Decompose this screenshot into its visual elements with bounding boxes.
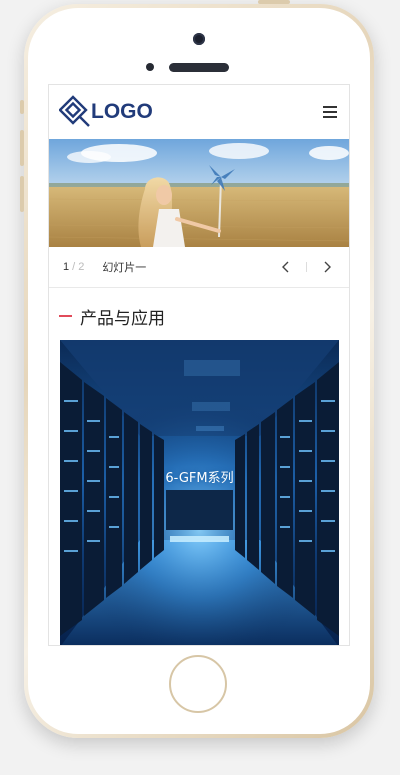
- server-room-image: [60, 340, 339, 645]
- site-logo[interactable]: LOGO: [59, 94, 153, 130]
- logo-diamond-icon: [59, 95, 90, 127]
- slide-current-index: 1: [63, 261, 70, 273]
- section-title: 产品与应用: [80, 308, 165, 329]
- slide-prev-button[interactable]: [278, 259, 294, 275]
- slide-next-button[interactable]: [319, 259, 335, 275]
- front-camera: [193, 33, 205, 45]
- slide-caption: 幻灯片一: [102, 262, 147, 274]
- chevron-left-icon: [282, 261, 289, 273]
- slide-index-separator: /: [72, 261, 76, 273]
- arrow-divider: [306, 262, 307, 272]
- section-heading: 产品与应用: [49, 288, 349, 344]
- phone-screen: LOGO 1 / 2 幻灯片一 产品与应用 6-GFM系列: [48, 84, 350, 646]
- chevron-right-icon: [324, 261, 331, 273]
- hamburger-menu-icon[interactable]: [323, 106, 337, 118]
- slider-controls: 1 / 2 幻灯片一: [49, 247, 349, 288]
- hero-banner-slide[interactable]: [49, 139, 349, 247]
- home-button[interactable]: [169, 655, 227, 713]
- proximity-sensor: [146, 63, 154, 71]
- site-header: LOGO: [49, 85, 349, 139]
- slider-nav: [278, 259, 335, 275]
- banner-image: [49, 139, 349, 247]
- title-accent-dash: [59, 315, 72, 317]
- power-button: [258, 0, 290, 4]
- product-card[interactable]: 6-GFM系列: [60, 340, 339, 645]
- volume-down-button: [20, 176, 24, 212]
- volume-up-button: [20, 130, 24, 166]
- slide-total-count: 2: [78, 261, 85, 273]
- earpiece-speaker: [169, 63, 229, 72]
- mute-switch: [20, 100, 24, 114]
- product-label: 6-GFM系列: [165, 471, 234, 486]
- logo-text: LOGO: [91, 100, 153, 123]
